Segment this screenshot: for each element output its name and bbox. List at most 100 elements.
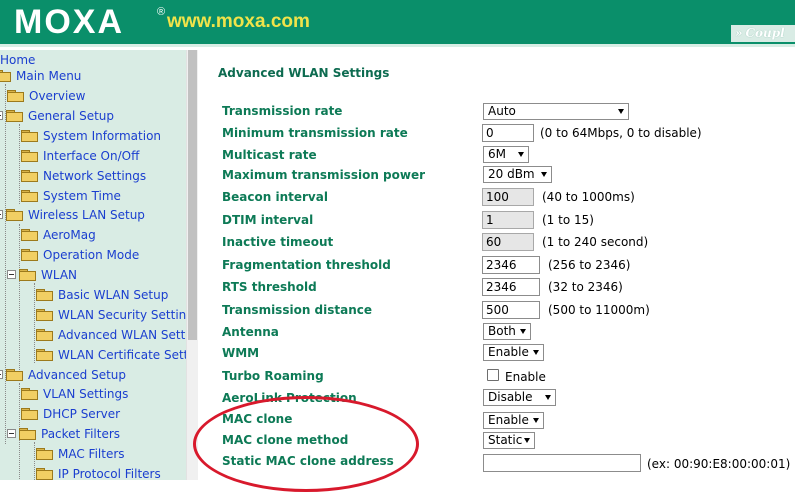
select-value: 6M xyxy=(488,147,506,161)
collapse-toggle-icon[interactable] xyxy=(7,270,16,279)
sidebar-item-label: DHCP Server xyxy=(43,407,121,421)
open-folder-icon xyxy=(6,109,23,122)
mac-clone-label: MAC clone xyxy=(222,412,293,426)
antenna-select[interactable]: Both xyxy=(483,323,531,340)
main-content: Advanced WLAN Settings Transmission rate… xyxy=(200,50,795,480)
sidebar-item-aeromag[interactable]: AeroMag xyxy=(21,225,96,245)
inactive-timeout-label: Inactive timeout xyxy=(222,235,334,249)
tree-guide-line xyxy=(5,84,6,444)
sidebar-item-advanced-setup[interactable]: Advanced Setup xyxy=(0,365,126,385)
turbo-roaming-checkbox[interactable] xyxy=(487,369,499,381)
sidebar-item-basic-wlan-setup[interactable]: Basic WLAN Setup xyxy=(36,285,168,305)
max-transmission-power-select[interactable]: 20 dBm xyxy=(483,166,552,183)
sidebar-item-network-settings[interactable]: Network Settings xyxy=(21,166,146,186)
sidebar-item-system-information[interactable]: System Information xyxy=(21,126,161,146)
sidebar-item-interface-on-off[interactable]: Interface On/Off xyxy=(21,146,139,166)
static-mac-clone-address-input[interactable] xyxy=(483,454,641,472)
sidebar-item-label: System Time xyxy=(43,189,121,203)
collapse-toggle-icon[interactable] xyxy=(7,429,16,438)
sidebar-item-vlan-settings[interactable]: VLAN Settings xyxy=(21,384,128,404)
sidebar-item-ip-protocol-filters[interactable]: IP Protocol Filters xyxy=(36,464,161,480)
folder-icon xyxy=(36,328,53,341)
collapse-toggle-icon[interactable] xyxy=(0,111,3,120)
inactive-timeout-input[interactable]: 60 xyxy=(482,233,534,251)
select-value: Both xyxy=(488,324,516,338)
wmm-select[interactable]: Enable xyxy=(483,344,544,361)
folder-icon xyxy=(21,189,38,202)
max-transmission-power-label: Maximum transmission power xyxy=(222,168,426,182)
collapse-toggle-icon[interactable] xyxy=(0,210,3,219)
sidebar-item-system-time[interactable]: System Time xyxy=(21,186,121,206)
sidebar-item-advanced-wlan-settings[interactable]: Advanced WLAN Settings xyxy=(36,325,186,345)
sidebar-scrollbar[interactable] xyxy=(186,50,198,480)
dropdown-arrow-icon xyxy=(520,329,526,334)
tree-guide-line xyxy=(34,283,35,363)
mac-clone-select[interactable]: Enable xyxy=(483,412,544,429)
sidebar-item-packet-filters[interactable]: Packet Filters xyxy=(7,424,120,444)
beacon-interval-input[interactable]: 100 xyxy=(482,188,534,206)
multicast-rate-select[interactable]: 6M xyxy=(483,146,529,163)
mac-clone-method-select[interactable]: Static xyxy=(483,432,535,449)
sidebar-item-wlan-security-settings[interactable]: WLAN Security Settings xyxy=(36,305,186,325)
dtim-interval-input[interactable]: 1 xyxy=(482,211,534,229)
sidebar-item-label: General Setup xyxy=(28,109,115,123)
sidebar-item-label: Home xyxy=(0,53,36,67)
page-title: Advanced WLAN Settings xyxy=(218,66,390,80)
sidebar-item-label: Packet Filters xyxy=(41,427,121,441)
rts-threshold-input[interactable]: 2346 xyxy=(482,278,540,296)
transmission-distance-hint: (500 to 11000m) xyxy=(548,303,650,317)
sidebar-item-label: Wireless LAN Setup xyxy=(28,208,145,222)
sidebar-item-label: MAC Filters xyxy=(58,447,125,461)
sidebar-item-label: Operation Mode xyxy=(43,248,140,262)
sidebar-item-main-menu[interactable]: Main Menu xyxy=(0,66,81,86)
wmm-label: WMM xyxy=(222,346,260,360)
moxa-logo: MOXA xyxy=(14,3,124,41)
rts-threshold-hint: (32 to 2346) xyxy=(548,280,623,294)
sidebar-item-label: AeroMag xyxy=(43,228,96,242)
min-transmission-rate-hint: (0 to 64Mbps, 0 to disable) xyxy=(540,126,702,140)
select-value: Disable xyxy=(488,390,533,404)
sidebar-item-label: Advanced Setup xyxy=(28,368,127,382)
dropdown-arrow-icon xyxy=(545,395,551,400)
fragmentation-threshold-input[interactable]: 2346 xyxy=(482,256,540,274)
registered-mark: ® xyxy=(157,6,166,18)
sidebar-item-label: Overview xyxy=(29,89,86,103)
select-value: Enable xyxy=(488,345,529,359)
sidebar-item-label: Network Settings xyxy=(43,169,147,183)
min-transmission-rate-input[interactable]: 0 xyxy=(482,124,534,142)
select-value: Static xyxy=(488,433,523,447)
sidebar-item-mac-filters[interactable]: MAC Filters xyxy=(36,444,125,464)
fragmentation-threshold-label: Fragmentation threshold xyxy=(222,258,391,272)
scrollbar-thumb[interactable] xyxy=(188,50,197,340)
sidebar-item-wlan[interactable]: WLAN xyxy=(7,265,77,285)
sidebar-item-operation-mode[interactable]: Operation Mode xyxy=(21,245,139,265)
header-tagline-text: Coupl xyxy=(745,26,785,40)
sidebar-item-dhcp-server[interactable]: DHCP Server xyxy=(21,404,120,424)
sidebar-item-label: IP Protocol Filters xyxy=(58,467,161,480)
aerolink-protection-select[interactable]: Disable xyxy=(483,389,556,406)
dtim-interval-label: DTIM interval xyxy=(222,213,314,227)
folder-icon xyxy=(36,308,53,321)
sidebar-item-wlan-certificate-settings[interactable]: WLAN Certificate Settings xyxy=(36,345,186,365)
transmission-rate-select[interactable]: Auto xyxy=(483,103,629,120)
select-value: Auto xyxy=(488,104,516,118)
min-transmission-rate-label: Minimum transmission rate xyxy=(222,126,408,140)
folder-icon xyxy=(7,89,24,102)
dropdown-arrow-icon xyxy=(618,109,624,114)
tree-guide-line xyxy=(19,124,20,204)
folder-icon xyxy=(21,149,38,162)
sidebar-item-label: VLAN Settings xyxy=(43,387,129,401)
aerolink-protection-label: AeroLink Protection xyxy=(222,391,357,405)
sidebar-item-wireless-lan-setup[interactable]: Wireless LAN Setup xyxy=(0,205,145,225)
collapse-toggle-icon[interactable] xyxy=(0,370,3,379)
sidebar-item-label: System Information xyxy=(43,129,162,143)
sidebar-item-overview[interactable]: Overview xyxy=(7,86,86,106)
folder-icon xyxy=(36,447,53,460)
dtim-interval-hint: (1 to 15) xyxy=(542,213,594,227)
sidebar-tree: Home Main Menu Overview General Setup Sy… xyxy=(0,50,186,480)
sidebar-item-general-setup[interactable]: General Setup xyxy=(0,106,114,126)
folder-icon xyxy=(36,348,53,361)
header-banner: MOXA ® www.moxa.com » Coupl xyxy=(0,0,795,47)
sidebar-item-label: Advanced WLAN Settings xyxy=(58,328,186,342)
transmission-distance-input[interactable]: 500 xyxy=(482,301,540,319)
